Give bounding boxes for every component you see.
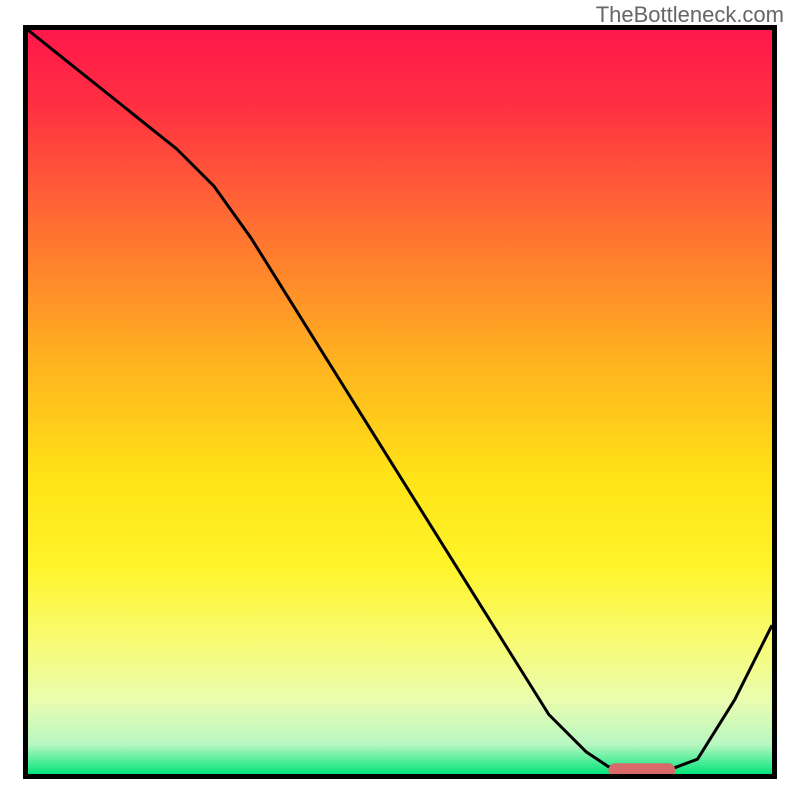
watermark-text: TheBottleneck.com <box>596 2 784 28</box>
optimal-marker <box>608 763 675 774</box>
chart-container: TheBottleneck.com <box>0 0 800 800</box>
plot-frame <box>23 25 777 779</box>
chart-svg <box>28 30 772 774</box>
gradient-background <box>28 30 772 774</box>
